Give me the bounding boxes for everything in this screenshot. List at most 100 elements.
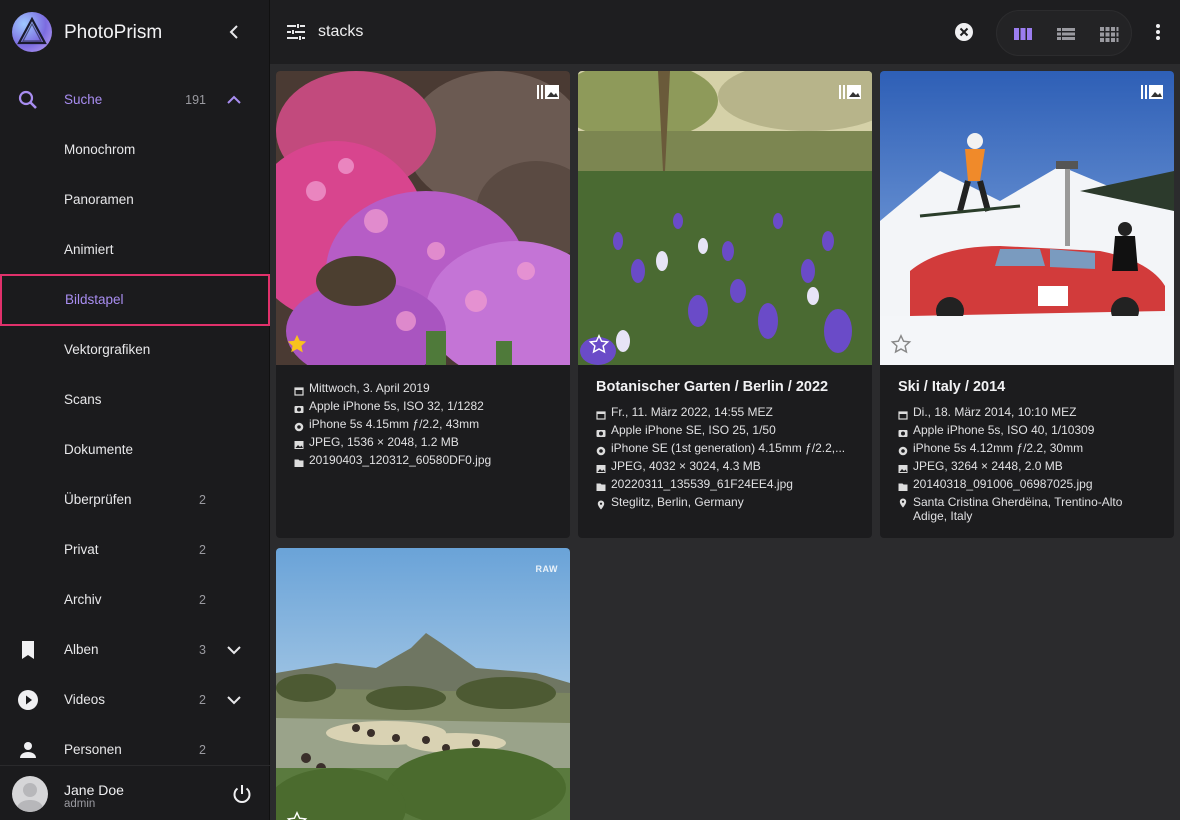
- card-row: 20220311_135539_61F24EE4.jpg: [596, 475, 854, 493]
- card-row-text: Apple iPhone 5s, ISO 32, 1/1282: [309, 399, 484, 413]
- sidebar-item-vectors[interactable]: Vektorgrafiken: [0, 325, 270, 375]
- file-icon: [898, 479, 908, 491]
- toolbar: stacks: [270, 0, 1180, 64]
- view-mode-switch: [996, 10, 1132, 56]
- sidebar-item-count: 3: [199, 643, 206, 657]
- card-row: JPEG, 1536 × 2048, 1.2 MB: [294, 433, 552, 451]
- camera-icon: [294, 401, 304, 413]
- photoprism-logo-icon: [12, 12, 52, 52]
- card-row: iPhone SE (1st generation) 4.15mm ƒ/2.2,…: [596, 439, 854, 457]
- photo-thumbnail[interactable]: [578, 71, 872, 365]
- sidebar: PhotoPrism Suche 191 Monochrom Panoramen: [0, 0, 270, 820]
- card-row: JPEG, 4032 × 3024, 4.3 MB: [596, 457, 854, 475]
- calendar-icon: [596, 407, 606, 420]
- photo-card[interactable]: Ski / Italy / 2014 Di., 18. März 2014, 1…: [880, 71, 1174, 538]
- card-row-text: JPEG, 4032 × 3024, 4.3 MB: [611, 459, 761, 473]
- card-row: iPhone 5s 4.15mm ƒ/2.2, 43mm: [294, 415, 552, 433]
- sidebar-item-stacks[interactable]: Bildstapel: [0, 274, 270, 326]
- sidebar-item-label: Animiert: [64, 242, 114, 257]
- camera-icon: [596, 425, 606, 437]
- image-icon: [898, 461, 908, 473]
- sidebar-item-panoramas[interactable]: Panoramen: [0, 175, 270, 225]
- sidebar-item-count: 2: [199, 743, 206, 757]
- collapse-sidebar-icon[interactable]: [222, 20, 246, 44]
- sidebar-item-label: Monochrom: [64, 142, 136, 157]
- person-icon: [16, 738, 40, 762]
- power-icon[interactable]: [230, 782, 254, 806]
- clear-search-icon[interactable]: [952, 20, 976, 44]
- chevron-down-icon[interactable]: [222, 638, 246, 662]
- sidebar-item-monochrome[interactable]: Monochrom: [0, 125, 270, 175]
- mosaic-view-icon[interactable]: [1097, 22, 1121, 46]
- chevron-down-icon[interactable]: [222, 688, 246, 712]
- lens-icon: [898, 443, 908, 456]
- card-title[interactable]: Botanischer Garten / Berlin / 2022: [596, 379, 854, 395]
- photo-thumbnail[interactable]: [276, 71, 570, 365]
- avatar[interactable]: [12, 776, 48, 812]
- more-vertical-icon[interactable]: [1146, 20, 1170, 44]
- card-row-text: Di., 18. März 2014, 10:10 MEZ: [913, 405, 1077, 419]
- photo-card[interactable]: RAW: [276, 548, 570, 820]
- sidebar-item-private[interactable]: Privat 2: [0, 525, 270, 575]
- card-row: 20140318_091006_06987025.jpg: [898, 475, 1156, 493]
- raw-badge: RAW: [535, 564, 558, 574]
- stack-icon: [1140, 83, 1164, 101]
- sidebar-nav: Suche 191 Monochrom Panoramen Animiert B…: [0, 75, 270, 775]
- favorite-star-outline-icon[interactable]: [286, 810, 308, 820]
- brand[interactable]: PhotoPrism: [0, 0, 270, 64]
- sidebar-item-count: 191: [185, 93, 206, 107]
- location-icon: [898, 497, 908, 508]
- sidebar-item-count: 2: [199, 693, 206, 707]
- card-row: 20190403_120312_60580DF0.jpg: [294, 451, 552, 469]
- sidebar-item-documents[interactable]: Dokumente: [0, 425, 270, 475]
- sidebar-item-animated[interactable]: Animiert: [0, 225, 270, 275]
- card-row-text: iPhone 5s 4.15mm ƒ/2.2, 43mm: [309, 417, 480, 431]
- filter-settings-icon[interactable]: [284, 20, 308, 44]
- sidebar-item-label: Alben: [64, 642, 99, 657]
- lens-icon: [294, 419, 304, 432]
- sidebar-item-search[interactable]: Suche 191: [0, 75, 270, 125]
- card-row-text: 20220311_135539_61F24EE4.jpg: [611, 477, 793, 491]
- card-details: Ski / Italy / 2014 Di., 18. März 2014, 1…: [880, 365, 1174, 538]
- sidebar-item-archive[interactable]: Archiv 2: [0, 575, 270, 625]
- photo-card[interactable]: Botanischer Garten / Berlin / 2022 Fr., …: [578, 71, 872, 538]
- photo-thumbnail[interactable]: [880, 71, 1174, 365]
- sidebar-item-review[interactable]: Überprüfen 2: [0, 475, 270, 525]
- card-details: Botanischer Garten / Berlin / 2022 Fr., …: [578, 365, 872, 525]
- camera-icon: [898, 425, 908, 437]
- card-row-text: Apple iPhone 5s, ISO 40, 1/10309: [913, 423, 1095, 437]
- card-row: Santa Cristina Gherdëina, Trentino-Alto …: [898, 493, 1156, 525]
- calendar-icon: [898, 407, 908, 420]
- card-row: JPEG, 3264 × 2448, 2.0 MB: [898, 457, 1156, 475]
- card-row-text: Mittwoch, 3. April 2019: [309, 381, 430, 395]
- favorite-star-outline-icon[interactable]: [890, 333, 912, 355]
- sidebar-item-label: Personen: [64, 742, 122, 757]
- photo-grid: Mittwoch, 3. April 2019 Apple iPhone 5s,…: [270, 64, 1180, 820]
- sidebar-item-label: Vektorgrafiken: [64, 342, 151, 357]
- list-view-icon[interactable]: [1054, 22, 1078, 46]
- card-row: Mittwoch, 3. April 2019: [294, 379, 552, 397]
- stack-icon: [838, 83, 862, 101]
- card-title[interactable]: Ski / Italy / 2014: [898, 379, 1156, 395]
- sidebar-item-label: Panoramen: [64, 192, 134, 207]
- lens-icon: [596, 443, 606, 456]
- favorite-star-outline-icon[interactable]: [588, 333, 610, 355]
- sidebar-item-videos[interactable]: Videos 2: [0, 675, 270, 725]
- search-input[interactable]: stacks: [318, 23, 363, 41]
- stack-icon: [536, 83, 560, 101]
- file-icon: [294, 455, 304, 467]
- sidebar-item-scans[interactable]: Scans: [0, 375, 270, 425]
- sidebar-item-label: Dokumente: [64, 442, 134, 457]
- sidebar-item-albums[interactable]: Alben 3: [0, 625, 270, 675]
- chevron-up-icon[interactable]: [222, 88, 246, 112]
- photo-card[interactable]: Mittwoch, 3. April 2019 Apple iPhone 5s,…: [276, 71, 570, 538]
- card-row-text: Santa Cristina Gherdëina, Trentino-Alto …: [913, 495, 1123, 523]
- card-row-text: 20140318_091006_06987025.jpg: [913, 477, 1093, 491]
- card-row-text: Fr., 11. März 2022, 14:55 MEZ: [611, 405, 773, 419]
- sidebar-item-label: Scans: [64, 392, 102, 407]
- card-row-text: Apple iPhone SE, ISO 25, 1/50: [611, 423, 776, 437]
- user-panel[interactable]: Jane Doe admin: [0, 765, 270, 820]
- photo-thumbnail[interactable]: RAW: [276, 548, 570, 820]
- cards-view-icon[interactable]: [1011, 22, 1035, 46]
- favorite-star-icon[interactable]: [286, 333, 308, 355]
